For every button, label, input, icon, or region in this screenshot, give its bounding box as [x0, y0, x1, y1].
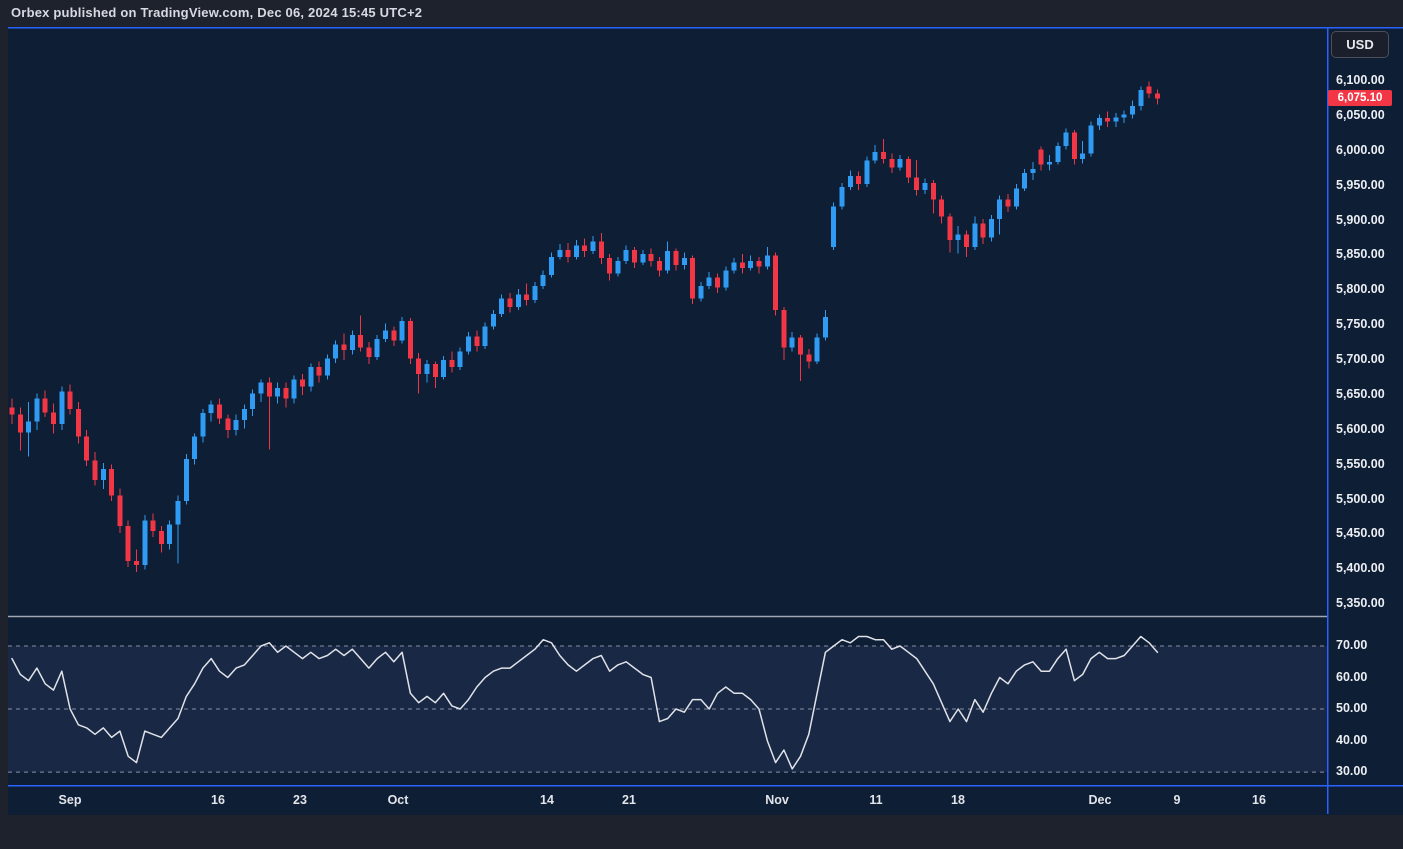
price-tick-label: 5,600.00	[1336, 421, 1385, 436]
price-tick-label: 6,100.00	[1336, 73, 1385, 87]
currency-toggle-usd-button[interactable]: USD	[1331, 31, 1389, 58]
footer-bar: TradingView	[0, 815, 1403, 849]
price-tick-label: 6,050.00	[1336, 107, 1385, 122]
time-tick-label: 16	[211, 793, 225, 807]
tradingview-snapshot: Orbex published on TradingView.com, Dec …	[0, 0, 1403, 849]
price-tick-label: 5,450.00	[1336, 526, 1385, 541]
time-tick-label: 11	[869, 793, 883, 807]
time-tick-label: Oct	[387, 793, 409, 807]
price-tick-label: 30.00	[1336, 764, 1368, 779]
price-tick-label: 5,900.00	[1336, 212, 1385, 227]
time-tick-label: 9	[1173, 793, 1181, 807]
time-tick-label: Sep	[58, 793, 82, 807]
price-tick-label: 5,750.00	[1336, 317, 1385, 332]
price-tick-label: 5,400.00	[1336, 561, 1385, 576]
price-tick-label: 5,850.00	[1336, 247, 1385, 262]
time-tick-label: 16	[1252, 793, 1266, 807]
time-tick-label: Dec	[1088, 793, 1112, 807]
chart-surface[interactable]	[8, 28, 1403, 815]
price-tick-label: 5,550.00	[1336, 456, 1385, 471]
price-tick-label: 5,500.00	[1336, 491, 1385, 506]
price-tick-label: 5,350.00	[1336, 596, 1385, 611]
header-bar: Orbex published on TradingView.com, Dec …	[0, 0, 1403, 27]
time-tick-label: 14	[540, 793, 554, 807]
last-price-label: 6,075.10	[1328, 90, 1392, 107]
publish-text: Orbex published on TradingView.com, Dec …	[11, 5, 423, 20]
time-tick-label: 18	[951, 793, 965, 807]
time-tick-label: Nov	[765, 793, 789, 807]
time-tick-label: 21	[622, 793, 636, 807]
price-tick-label: 6,000.00	[1336, 142, 1385, 157]
time-tick-label: 23	[293, 793, 307, 807]
price-tick-label: 50.00	[1336, 701, 1368, 716]
price-tick-label: 5,650.00	[1336, 386, 1385, 401]
price-tick-label: 5,700.00	[1336, 352, 1385, 366]
price-tick-label: 70.00	[1336, 637, 1368, 652]
price-tick-label: 5,800.00	[1336, 282, 1385, 297]
price-tick-label: 40.00	[1336, 732, 1368, 747]
price-tick-label: 5,950.00	[1336, 177, 1385, 192]
price-tick-label: 60.00	[1336, 669, 1368, 684]
